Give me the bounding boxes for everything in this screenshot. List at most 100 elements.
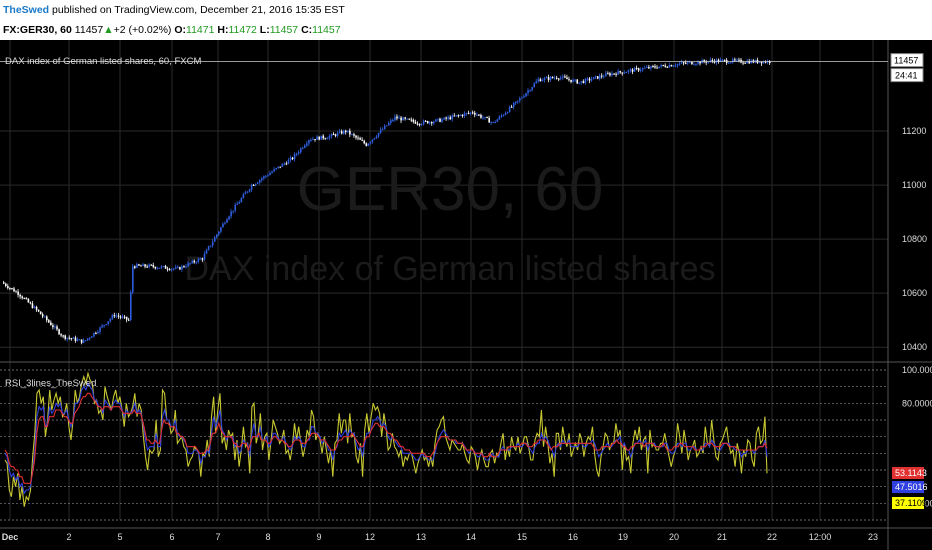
- bull-candle: [244, 192, 247, 195]
- bear-candle: [654, 66, 656, 68]
- bull-candle: [107, 321, 110, 325]
- bull-candle: [105, 324, 107, 326]
- bear-candle: [424, 120, 427, 122]
- bear-candle: [134, 266, 136, 268]
- bear-candle: [48, 320, 50, 323]
- bear-candle: [635, 68, 638, 70]
- bear-candle: [19, 294, 21, 297]
- bear-candle: [183, 266, 185, 268]
- x-tick-label: 23: [868, 532, 878, 542]
- bull-candle: [172, 268, 175, 270]
- bull-candle: [527, 90, 529, 94]
- bull-candle: [377, 132, 380, 137]
- bull-candle: [736, 59, 738, 61]
- bull-candle: [500, 115, 503, 117]
- x-tick-label: 20: [669, 532, 679, 542]
- rsi-value-label: 47.5016: [895, 482, 928, 492]
- publish-line: TheSwed published on TradingView.com, De…: [3, 4, 345, 16]
- bull-candle: [304, 145, 306, 148]
- bear-candle: [734, 59, 736, 61]
- bull-candle: [72, 337, 75, 339]
- bear-candle: [478, 114, 480, 116]
- bear-candle: [408, 118, 411, 120]
- bull-candle: [586, 78, 589, 80]
- bull-candle: [43, 316, 46, 318]
- bear-candle: [615, 73, 617, 75]
- bull-candle: [207, 246, 210, 250]
- bull-candle: [306, 143, 308, 146]
- bull-candle: [578, 82, 581, 84]
- bull-candle: [263, 176, 265, 179]
- bull-candle: [234, 204, 237, 211]
- x-tick-label: 16: [568, 532, 578, 542]
- bear-candle: [39, 311, 42, 315]
- bull-candle: [584, 78, 587, 83]
- price-chart[interactable]: GER30, 60 DAX index of German listed sha…: [0, 40, 932, 550]
- bull-candle: [660, 64, 663, 67]
- bear-candle: [564, 76, 566, 78]
- symbol-label: FX:GER30, 60: [3, 24, 72, 36]
- bear-candle: [95, 332, 97, 334]
- bear-candle: [656, 67, 658, 69]
- bear-candle: [29, 302, 32, 304]
- bear-candle: [588, 78, 591, 81]
- bull-candle: [590, 79, 593, 81]
- bull-candle: [224, 222, 226, 224]
- bear-candle: [340, 131, 343, 134]
- bear-candle: [760, 61, 763, 64]
- bull-candle: [543, 78, 546, 81]
- bull-candle: [574, 79, 576, 81]
- bull-candle: [605, 73, 607, 77]
- bull-candle: [553, 77, 556, 79]
- bull-candle: [422, 120, 425, 125]
- bull-candle: [508, 106, 511, 113]
- bull-candle: [142, 264, 144, 267]
- bear-candle: [140, 265, 142, 267]
- publish-info: published on TradingView.com, December 2…: [52, 4, 345, 16]
- bull-candle: [592, 77, 595, 80]
- bear-candle: [291, 157, 294, 160]
- bear-candle: [23, 298, 26, 300]
- x-tick-label: 21: [717, 532, 727, 542]
- bear-candle: [662, 64, 665, 66]
- bear-candle: [742, 62, 744, 64]
- rsi-tick-label: 80.0000: [902, 398, 932, 408]
- bull-candle: [222, 223, 224, 228]
- bull-candle: [238, 202, 241, 204]
- bull-candle: [598, 75, 601, 79]
- bull-candle: [162, 265, 165, 267]
- price-tick-label: 11200: [902, 126, 926, 136]
- bear-candle: [682, 62, 685, 64]
- bull-candle: [443, 117, 445, 120]
- bear-candle: [670, 65, 673, 67]
- bear-candle: [31, 303, 34, 308]
- bear-candle: [609, 73, 611, 76]
- bull-candle: [680, 62, 683, 64]
- chart-grid: [0, 40, 932, 550]
- chart-header: TheSwed published on TradingView.com, De…: [0, 0, 932, 40]
- bear-candle: [150, 264, 153, 266]
- bear-candle: [68, 337, 71, 339]
- bull-candle: [639, 69, 642, 71]
- bear-candle: [400, 117, 402, 121]
- bull-candle: [302, 147, 304, 149]
- bear-candle: [467, 112, 470, 114]
- low-label: L:: [259, 24, 270, 36]
- x-tick-label: 8: [265, 532, 270, 542]
- bear-candle: [740, 59, 742, 63]
- bear-candle: [510, 106, 513, 108]
- bull-candle: [693, 64, 695, 66]
- bull-candle: [709, 60, 712, 62]
- bear-candle: [744, 62, 746, 64]
- high-value: 11472: [228, 24, 257, 36]
- bull-candle: [78, 339, 81, 341]
- price-pane-title: DAX index of German listed shares, 60, F…: [5, 56, 201, 67]
- bull-candle: [115, 315, 118, 317]
- bull-candle: [185, 266, 187, 268]
- bull-candle: [289, 157, 292, 161]
- bear-candle: [471, 112, 474, 114]
- x-tick-label: 19: [618, 532, 628, 542]
- rsi-panel: [0, 369, 888, 521]
- bull-candle: [228, 216, 230, 220]
- author-name[interactable]: TheSwed: [3, 4, 49, 16]
